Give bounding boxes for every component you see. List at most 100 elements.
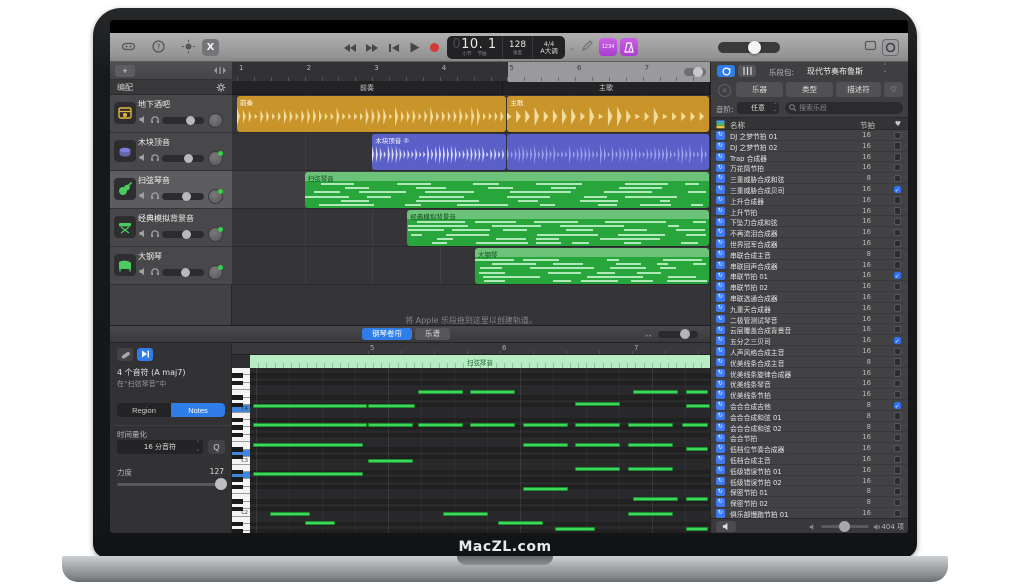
track-volume-slider[interactable] [162, 231, 204, 238]
velocity-slider[interactable] [117, 483, 225, 486]
loop-row-5[interactable]: ↻三重威胁合成和弦8 [711, 173, 908, 184]
arrange-lane-4[interactable]: 经典模拟背景音 [232, 209, 710, 247]
region-track2[interactable] [507, 134, 709, 170]
quantize-apply-button[interactable]: Q [208, 440, 225, 454]
loop-row-25[interactable]: ↻优美线条节拍16 [711, 389, 908, 400]
piano-key-black[interactable] [232, 395, 243, 400]
loop-row-10[interactable]: ↻不再流泪合成器16 [711, 227, 908, 238]
midi-note[interactable] [523, 443, 568, 447]
loop-favorite-checkbox[interactable] [894, 477, 902, 485]
master-volume-slider[interactable] [718, 42, 780, 53]
arrange-area[interactable]: 1234567 前奏主歌 前奏主歌木块顶音 ②扫弦琴音经典模拟背景音大钢琴 将 … [232, 62, 710, 325]
track-volume-slider[interactable] [162, 269, 204, 276]
midi-note[interactable] [555, 527, 595, 531]
go-to-beginning-button[interactable] [386, 40, 402, 55]
rewind-button[interactable] [342, 40, 358, 55]
master-track-row[interactable]: 编配 [110, 80, 232, 95]
midi-note[interactable] [682, 423, 708, 427]
loop-list[interactable]: ↻DJ 之梦节拍 0116↻DJ 之梦节拍 0216↻Trap 合成器16↻万花… [711, 130, 908, 518]
loop-row-16[interactable]: ↻串联选通合成器16 [711, 292, 908, 303]
filter-genre-button[interactable]: 类型 [786, 82, 833, 97]
preview-speaker-button[interactable] [716, 521, 736, 532]
midi-note[interactable] [418, 423, 463, 427]
lcd-chevron-icon[interactable]: ⌄ [569, 44, 575, 52]
solo-button[interactable] [150, 191, 160, 201]
solo-button[interactable] [150, 115, 160, 125]
loop-favorite-checkbox[interactable] [894, 250, 902, 258]
midi-note[interactable] [686, 404, 710, 408]
loop-row-13[interactable]: ↻串联回声合成器16 [711, 260, 908, 271]
loop-row-17[interactable]: ↻九重天合成器16 [711, 303, 908, 314]
piano-key-black[interactable] [232, 477, 243, 482]
midi-note[interactable] [498, 521, 543, 525]
loop-favorite-checkbox[interactable] [894, 218, 902, 226]
editor-catch-playhead-icon[interactable] [137, 348, 153, 361]
loop-favorite-checkbox[interactable] [894, 132, 902, 140]
keyboard-connect-icon[interactable] [120, 39, 137, 56]
midi-note[interactable] [270, 512, 310, 516]
loop-favorite-checkbox[interactable] [894, 304, 902, 312]
editor-tab-score[interactable]: 乐谱 [415, 328, 450, 340]
piano-key-black[interactable] [232, 418, 243, 423]
loop-favorite-checkbox[interactable] [894, 456, 902, 464]
loop-favorite-checkbox[interactable] [894, 153, 902, 161]
midi-note[interactable] [633, 390, 678, 394]
loop-favorite-checkbox[interactable] [894, 326, 902, 334]
loop-favorite-checkbox[interactable] [894, 488, 902, 496]
loop-row-24[interactable]: ↻优美线条琴音16 [711, 378, 908, 389]
loop-row-22[interactable]: ↻优美线条合成主音8 [711, 357, 908, 368]
pan-knob[interactable] [208, 151, 223, 166]
arrangement-track[interactable]: 前奏主歌 [232, 82, 710, 95]
loop-row-34[interactable]: ↻保密节拍 018 [711, 486, 908, 497]
midi-note[interactable] [470, 423, 515, 427]
arrange-lane-2[interactable]: 木块顶音 ② [232, 133, 710, 171]
loop-favorite-checkbox[interactable] [894, 164, 902, 172]
midi-note[interactable] [368, 404, 415, 408]
midi-note[interactable] [628, 512, 673, 516]
midi-note[interactable] [305, 521, 335, 525]
piano-key-black[interactable] [232, 485, 243, 490]
loop-view-toggle[interactable] [717, 65, 735, 77]
add-track-button[interactable]: + [115, 65, 135, 77]
pan-knob[interactable] [208, 227, 223, 242]
midi-note[interactable] [575, 467, 620, 471]
loop-row-33[interactable]: ↻低级错误节拍 0216 [711, 476, 908, 487]
loop-favorite-checkbox[interactable] [894, 315, 902, 323]
pack-chevron-icon[interactable]: ⌃⌄ [883, 64, 887, 74]
loop-favorite-checkbox[interactable] [894, 423, 902, 431]
loop-favorite-checkbox[interactable] [894, 261, 902, 269]
forward-button[interactable] [364, 40, 380, 55]
loop-row-2[interactable]: ↻DJ 之梦节拍 0216 [711, 141, 908, 152]
loop-row-30[interactable]: ↻低档位节奏合成器16 [711, 443, 908, 454]
piano-keyboard[interactable]: C4C3C2 [232, 368, 250, 533]
region-扫弦琴音[interactable]: 扫弦琴音 [305, 172, 710, 208]
lcd-display[interactable]: 010. 1 小节节拍 128 速度 4/4 A大调 ⌄ [447, 36, 565, 59]
loop-favorite-checkbox[interactable] [894, 207, 902, 215]
loop-row-18[interactable]: ↻二极管测试琴音16 [711, 314, 908, 325]
track-volume-slider[interactable] [162, 155, 204, 162]
midi-note[interactable] [575, 423, 620, 427]
loop-favorite-checkbox[interactable] [894, 445, 902, 453]
loop-favorite-checkbox[interactable] [894, 196, 902, 204]
track-header-3[interactable]: 扫弦琴音 [110, 171, 232, 209]
loop-favorite-checkbox[interactable] [894, 240, 902, 248]
loop-favorite-checkbox[interactable] [894, 434, 902, 442]
reset-filter-icon[interactable]: ✕ [718, 84, 731, 97]
preview-volume-slider[interactable] [821, 525, 869, 528]
loop-row-27[interactable]: ↻会合合成和弦 018 [711, 411, 908, 422]
loop-favorite-checkbox[interactable]: ✓ [894, 186, 902, 194]
search-input[interactable]: 搜索乐段 [785, 102, 903, 114]
editor-region-bar[interactable]: 扫弦琴音 [250, 355, 710, 368]
play-button[interactable] [406, 40, 422, 55]
track-header-1[interactable]: 地下酒吧 [110, 95, 232, 133]
editor-tab-piano-roll[interactable]: 钢琴卷帘 [362, 328, 412, 340]
midi-note[interactable] [523, 423, 568, 427]
loop-row-36[interactable]: ↻俱乐部慢跑节拍 0116 [711, 508, 908, 518]
loop-row-21[interactable]: ↻人声风格合成主音16 [711, 346, 908, 357]
region-前奏[interactable]: 前奏 [237, 96, 506, 132]
loop-favorite-checkbox[interactable] [894, 391, 902, 399]
piano-key-black[interactable] [232, 373, 243, 378]
midi-note[interactable] [686, 447, 708, 451]
loop-row-23[interactable]: ↻优美线条旋律合成器16 [711, 368, 908, 379]
loop-pack-value[interactable]: 现代节奏布鲁斯 [807, 66, 863, 77]
